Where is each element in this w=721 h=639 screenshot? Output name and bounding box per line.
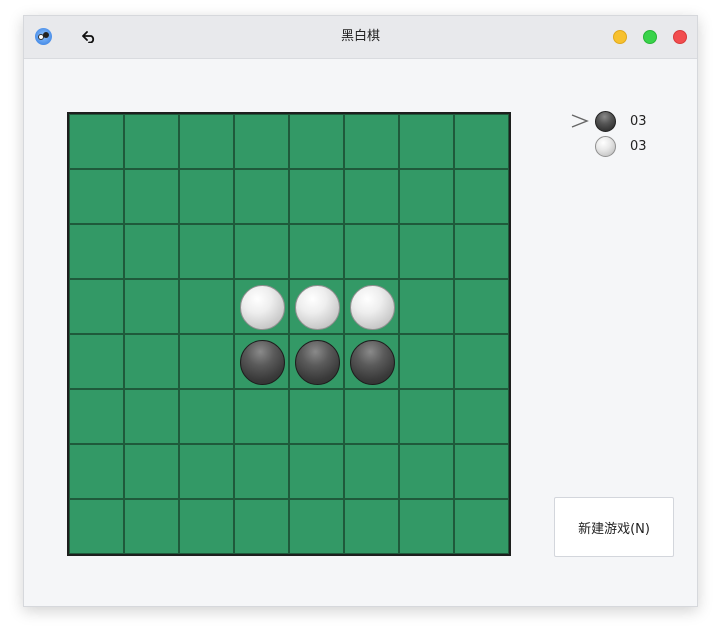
title-bar: 黑白棋 bbox=[24, 16, 697, 59]
board-cell[interactable] bbox=[399, 224, 454, 279]
board-cell[interactable] bbox=[124, 114, 179, 169]
board-cell[interactable] bbox=[289, 114, 344, 169]
board-cell[interactable] bbox=[344, 279, 399, 334]
close-button[interactable] bbox=[673, 30, 687, 44]
white-stone-icon bbox=[595, 136, 616, 157]
board-cell[interactable] bbox=[234, 114, 289, 169]
board-cell[interactable] bbox=[124, 279, 179, 334]
board-cell[interactable] bbox=[124, 224, 179, 279]
board-cell[interactable] bbox=[69, 224, 124, 279]
white-piece bbox=[295, 285, 340, 330]
board-cell[interactable] bbox=[124, 334, 179, 389]
board-cell[interactable] bbox=[289, 334, 344, 389]
board-cell[interactable] bbox=[124, 389, 179, 444]
game-board bbox=[67, 112, 511, 556]
board-cell[interactable] bbox=[289, 169, 344, 224]
white-piece bbox=[350, 285, 395, 330]
board-cell[interactable] bbox=[344, 114, 399, 169]
board-cell[interactable] bbox=[454, 499, 509, 554]
board-cell[interactable] bbox=[454, 334, 509, 389]
board-cell[interactable] bbox=[289, 389, 344, 444]
board-cell[interactable] bbox=[344, 224, 399, 279]
board-cell[interactable] bbox=[399, 389, 454, 444]
board-cell[interactable] bbox=[454, 169, 509, 224]
board-cell[interactable] bbox=[234, 389, 289, 444]
board-cell[interactable] bbox=[344, 169, 399, 224]
white-piece bbox=[240, 285, 285, 330]
board-cell[interactable] bbox=[399, 334, 454, 389]
board-cell[interactable] bbox=[234, 279, 289, 334]
black-piece bbox=[350, 340, 395, 385]
board-cell[interactable] bbox=[69, 169, 124, 224]
score-panel: 03 03 bbox=[570, 111, 680, 171]
board-cell[interactable] bbox=[69, 444, 124, 499]
board-cell[interactable] bbox=[234, 224, 289, 279]
board-cell[interactable] bbox=[234, 334, 289, 389]
board-cell[interactable] bbox=[454, 389, 509, 444]
board-cell[interactable] bbox=[344, 389, 399, 444]
app-window: 黑白棋 03 03 新建游戏(N) bbox=[23, 15, 698, 607]
board-cell[interactable] bbox=[69, 279, 124, 334]
board-cell[interactable] bbox=[124, 499, 179, 554]
turn-indicator-icon bbox=[571, 114, 589, 128]
board-cell[interactable] bbox=[124, 169, 179, 224]
board-grid bbox=[69, 114, 509, 554]
black-score: 03 bbox=[630, 114, 647, 129]
board-cell[interactable] bbox=[344, 444, 399, 499]
board-cell[interactable] bbox=[179, 224, 234, 279]
board-cell[interactable] bbox=[234, 499, 289, 554]
board-cell[interactable] bbox=[69, 499, 124, 554]
board-cell[interactable] bbox=[234, 169, 289, 224]
board-cell[interactable] bbox=[289, 499, 344, 554]
black-score-row: 03 bbox=[595, 111, 675, 133]
minimize-button[interactable] bbox=[613, 30, 627, 44]
board-cell[interactable] bbox=[454, 224, 509, 279]
board-cell[interactable] bbox=[454, 279, 509, 334]
white-score: 03 bbox=[630, 139, 647, 154]
board-cell[interactable] bbox=[179, 279, 234, 334]
board-cell[interactable] bbox=[179, 169, 234, 224]
board-cell[interactable] bbox=[124, 444, 179, 499]
board-cell[interactable] bbox=[179, 334, 234, 389]
board-cell[interactable] bbox=[399, 499, 454, 554]
board-cell[interactable] bbox=[69, 389, 124, 444]
board-cell[interactable] bbox=[289, 444, 344, 499]
undo-arrow-icon bbox=[82, 31, 95, 43]
board-cell[interactable] bbox=[179, 114, 234, 169]
board-cell[interactable] bbox=[179, 389, 234, 444]
board-cell[interactable] bbox=[399, 279, 454, 334]
board-cell[interactable] bbox=[179, 444, 234, 499]
board-cell[interactable] bbox=[399, 169, 454, 224]
black-piece bbox=[240, 340, 285, 385]
board-cell[interactable] bbox=[454, 114, 509, 169]
board-cell[interactable] bbox=[289, 279, 344, 334]
black-piece bbox=[295, 340, 340, 385]
board-cell[interactable] bbox=[234, 444, 289, 499]
board-cell[interactable] bbox=[344, 334, 399, 389]
black-stone-icon bbox=[595, 111, 616, 132]
board-cell[interactable] bbox=[179, 499, 234, 554]
board-cell[interactable] bbox=[289, 224, 344, 279]
reversi-app-icon bbox=[35, 28, 52, 45]
board-cell[interactable] bbox=[399, 444, 454, 499]
undo-button[interactable] bbox=[78, 26, 100, 48]
white-score-row: 03 bbox=[595, 136, 675, 158]
window-title: 黑白棋 bbox=[340, 29, 380, 44]
board-cell[interactable] bbox=[344, 499, 399, 554]
board-cell[interactable] bbox=[399, 114, 454, 169]
board-cell[interactable] bbox=[454, 444, 509, 499]
board-cell[interactable] bbox=[69, 114, 124, 169]
board-cell[interactable] bbox=[69, 334, 124, 389]
new-game-button[interactable]: 新建游戏(N) bbox=[554, 497, 674, 557]
maximize-button[interactable] bbox=[643, 30, 657, 44]
